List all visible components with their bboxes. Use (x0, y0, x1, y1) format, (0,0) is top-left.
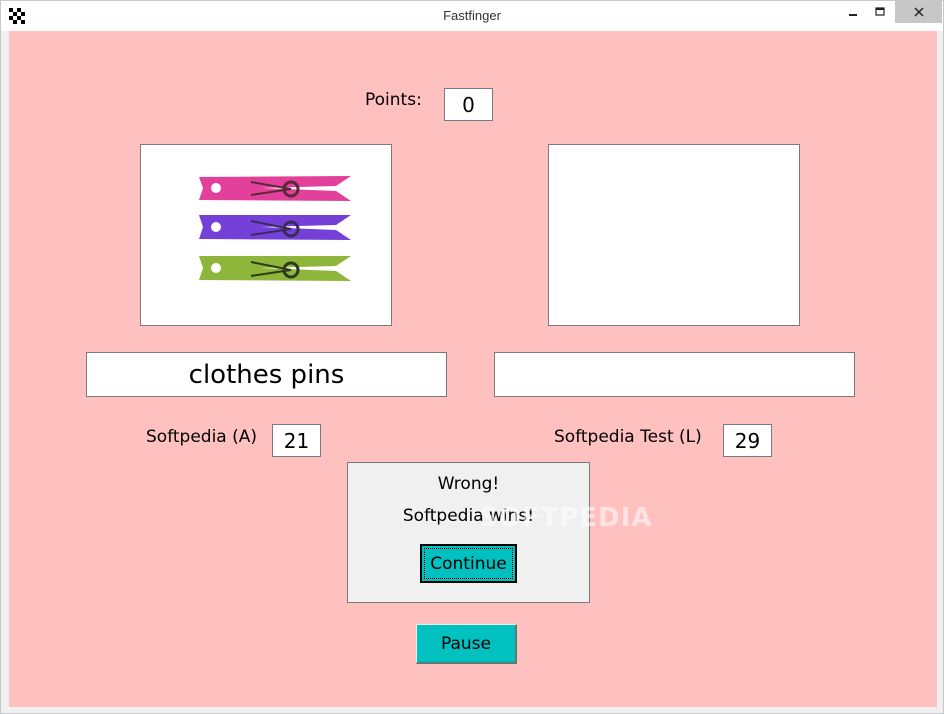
player-a-label: Softpedia (A) (146, 427, 258, 447)
app-window: Fastfinger Points: 0 clothes pins Softpe… (0, 0, 944, 714)
clothes-pins-image (199, 176, 351, 281)
player-l-label: Softpedia Test (L) (554, 427, 702, 447)
close-button[interactable] (895, 1, 942, 23)
close-icon (913, 7, 924, 17)
minimize-icon (849, 14, 857, 16)
player-l-score: 29 (723, 424, 772, 457)
continue-button[interactable]: Continue (420, 544, 517, 583)
title-bar[interactable]: Fastfinger (1, 1, 943, 31)
right-word-box (494, 352, 855, 397)
winner-message: Softpedia wins! (402, 506, 535, 526)
maximize-icon (875, 7, 885, 16)
left-image-frame (140, 144, 392, 326)
left-word-box: clothes pins (86, 352, 447, 397)
game-area: Points: 0 clothes pins Softpedia (A) 21 … (9, 31, 937, 707)
minimize-button[interactable] (839, 1, 867, 23)
points-label: Points: (365, 90, 422, 110)
points-value: 0 (444, 88, 493, 121)
player-a-score: 21 (272, 424, 321, 457)
maximize-button[interactable] (866, 1, 894, 23)
result-dialog: Wrong! Softpedia wins! Continue (347, 462, 590, 603)
pause-button[interactable]: Pause (416, 624, 517, 664)
result-message: Wrong! (437, 474, 500, 494)
right-image-frame (548, 144, 800, 326)
window-title: Fastfinger (443, 8, 501, 23)
